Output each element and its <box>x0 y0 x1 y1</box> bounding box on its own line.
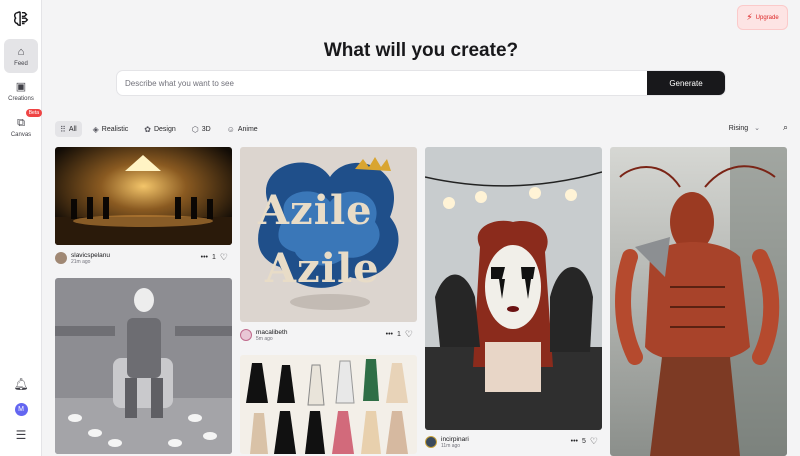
palette-icon: ✿ <box>144 124 151 134</box>
filter-label: Anime <box>237 125 258 133</box>
generate-button[interactable]: Generate <box>647 71 725 95</box>
filter-all[interactable]: ⠿ All <box>55 121 82 137</box>
like-count: 5 <box>582 438 586 445</box>
timestamp: 11m ago <box>441 442 461 449</box>
prompt-input[interactable] <box>117 71 649 95</box>
filter-label: Design <box>153 125 176 133</box>
feed-item-meta: slavicspelanu 21m ago ••• 1 ♡ <box>55 248 232 268</box>
username[interactable]: macalibeth <box>256 329 287 336</box>
brain-logo-icon[interactable] <box>12 10 30 28</box>
image-azile-typography <box>240 147 417 322</box>
cube-icon: ◈ <box>92 124 99 134</box>
prompt-bar: Generate <box>116 70 726 96</box>
menu-icon[interactable]: ☰ <box>0 428 42 442</box>
feed-image-mask-woman[interactable] <box>425 147 602 430</box>
more-options-icon[interactable]: ••• <box>571 438 578 445</box>
feed-image-dresses[interactable] <box>240 355 417 454</box>
chevron-down-icon: ⌄ <box>754 125 760 132</box>
feed-item-meta: macalibeth 5m ago ••• 1 ♡ <box>240 325 417 345</box>
page-title: What will you create? <box>323 40 519 61</box>
like-count: 1 <box>397 331 401 338</box>
heart-icon[interactable]: ♡ <box>590 436 598 447</box>
feed-image-azile[interactable]: Azile Azile <box>240 147 417 322</box>
like-count: 1 <box>212 254 216 261</box>
image-insect-warrior <box>610 147 787 456</box>
filter-realistic[interactable]: ◈ Realistic <box>88 121 134 137</box>
feed-image-pyramid[interactable] <box>55 147 232 245</box>
upgrade-button[interactable]: ⚡︎ Upgrade <box>737 5 788 30</box>
image-masked-woman-dogs <box>425 147 602 430</box>
filter-label: Realistic <box>101 125 129 133</box>
image-icon: ▣ <box>15 80 27 93</box>
avatar[interactable] <box>240 329 252 341</box>
filter-label: 3D <box>201 125 211 133</box>
filter-bar: ⠿ All ◈ Realistic ✿ Design ⬡ 3D ☺ Anime <box>55 121 263 137</box>
feed-image-masked-man[interactable] <box>55 278 232 454</box>
avatar[interactable] <box>425 436 437 448</box>
feed-image-creature[interactable] <box>610 147 787 456</box>
beta-badge: Beta <box>25 109 42 117</box>
bolt-icon: ⚡︎ <box>746 12 753 22</box>
sidebar: ⌂ Feed ▣ Creations ⧉ Canvas Beta 🔔︎ M ☰ <box>0 0 42 456</box>
heart-icon[interactable]: ♡ <box>220 252 228 263</box>
heart-icon[interactable]: ♡ <box>405 329 413 340</box>
image-masked-man <box>55 278 232 454</box>
sidebar-item-feed[interactable]: ⌂ Feed <box>4 39 38 73</box>
sort-label: Rising <box>728 125 749 132</box>
search-icon[interactable]: ⌕ <box>783 122 788 133</box>
filter-3d[interactable]: ⬡ 3D <box>187 121 216 137</box>
filter-anime[interactable]: ☺ Anime <box>222 121 263 137</box>
sidebar-item-creations[interactable]: ▣ Creations <box>4 74 38 108</box>
sidebar-item-label: Feed <box>14 60 28 67</box>
avatar[interactable]: M <box>14 403 28 416</box>
bell-icon[interactable]: 🔔︎ <box>0 377 42 391</box>
more-options-icon[interactable]: ••• <box>201 254 208 261</box>
username[interactable]: incirpinari <box>441 436 469 443</box>
azile-art-text: Azile <box>258 187 373 234</box>
username[interactable]: slavicspelanu <box>71 252 110 259</box>
image-pyramid-hall <box>55 147 232 245</box>
sort-dropdown[interactable]: Rising ⌄ <box>729 124 760 132</box>
timestamp: 21m ago <box>71 258 91 265</box>
filter-design[interactable]: ✿ Design <box>139 121 181 137</box>
avatar[interactable] <box>55 252 67 264</box>
smile-icon: ☺ <box>226 124 235 134</box>
feed-item-meta: incirpinari 11m ago ••• 5 ♡ <box>425 432 602 452</box>
timestamp: 5m ago <box>256 335 273 342</box>
filter-label: All <box>68 125 77 133</box>
avatar-wrapper[interactable]: M <box>0 403 42 416</box>
sidebar-item-label: Creations <box>8 95 34 102</box>
grid-icon: ⠿ <box>60 124 66 134</box>
canvas-icon: ⧉ <box>17 116 25 129</box>
azile-art-text: Azile <box>265 245 380 292</box>
image-dress-sketches <box>240 355 417 454</box>
box-icon: ⬡ <box>191 124 199 134</box>
sidebar-item-canvas[interactable]: ⧉ Canvas Beta <box>4 109 42 144</box>
upgrade-label: Upgrade <box>755 14 779 21</box>
sidebar-item-label: Canvas <box>10 131 32 138</box>
home-icon: ⌂ <box>17 45 25 58</box>
more-options-icon[interactable]: ••• <box>386 331 393 338</box>
